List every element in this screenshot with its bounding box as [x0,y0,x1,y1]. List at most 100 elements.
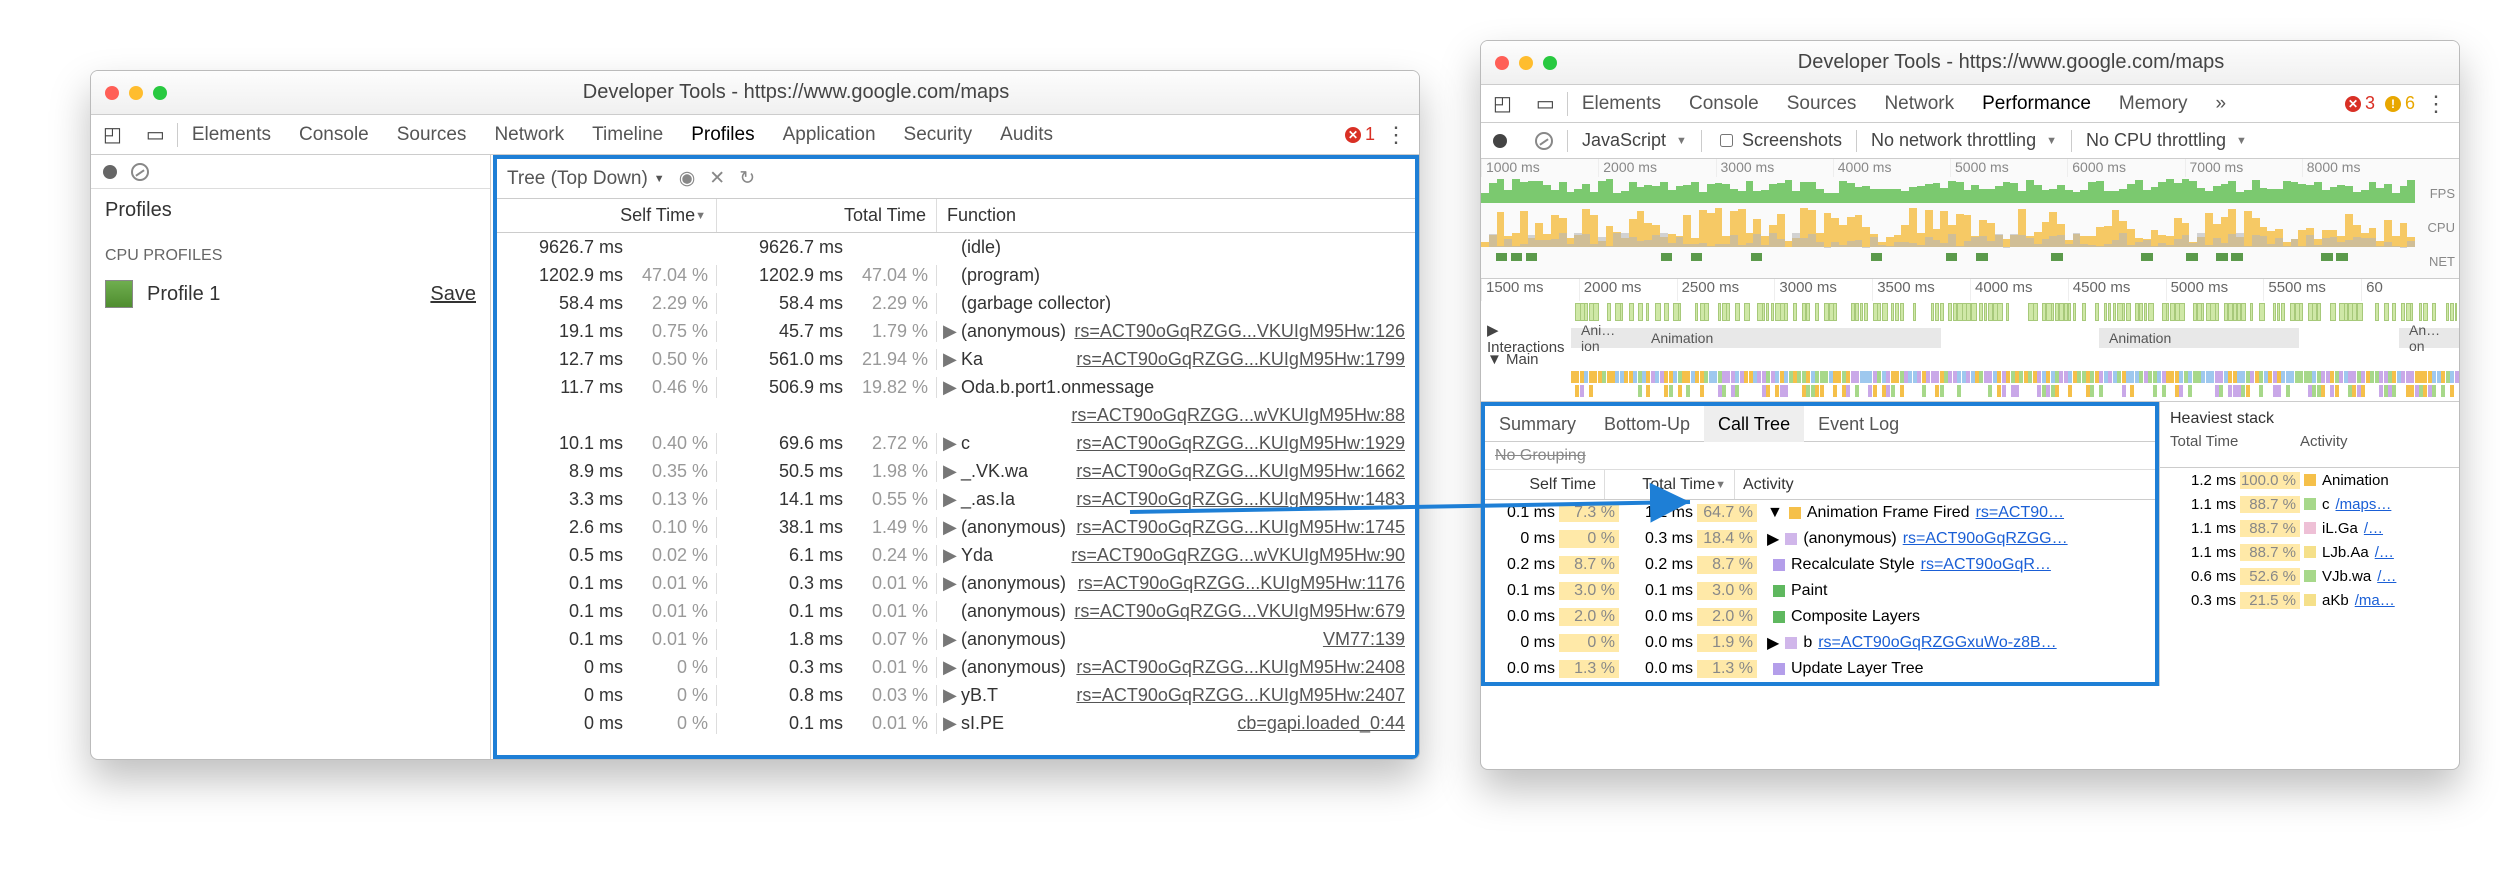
table-row[interactable]: 58.4 ms2.29 %58.4 ms2.29 %(garbage colle… [497,289,1415,317]
tab-performance[interactable]: Performance [1968,84,2105,124]
record-icon[interactable] [1493,134,1507,148]
table-row[interactable]: 1202.9 ms47.04 %1202.9 ms47.04 %(program… [497,261,1415,289]
source-link[interactable]: rs=ACT90oGqRZGG...KUIgM95Hw:1799 [1076,349,1415,370]
subtab-bottomup[interactable]: Bottom-Up [1590,406,1704,442]
tab-sources[interactable]: Sources [1773,84,1871,124]
tab-console[interactable]: Console [285,115,383,155]
source-link[interactable]: rs=ACT90oGqRZGG...KUIgM95Hw:1176 [1078,573,1415,594]
close-icon[interactable] [105,86,119,100]
source-link[interactable]: rs=ACT90oGqRZGG...wVKUIgM95Hw:90 [1071,545,1415,566]
table-row[interactable]: 0 ms0 %0.3 ms0.01 %▶(anonymous)rs=ACT90o… [497,653,1415,681]
eye-icon[interactable]: ◉ [679,167,696,190]
table-row[interactable]: 11.7 ms0.46 %506.9 ms19.82 %▶Oda.b.port1… [497,373,1415,401]
heaviest-row[interactable]: 1.1 ms88.7 %LJb.Aa /… [2160,540,2459,564]
record-icon[interactable] [103,165,117,179]
tab-profiles[interactable]: Profiles [677,115,768,155]
tab-security[interactable]: Security [890,115,987,155]
col-self-time[interactable]: Self Time [497,199,717,232]
source-link[interactable]: VM77:139 [1323,629,1415,650]
table-row[interactable]: 0.1 ms0.01 %0.1 ms0.01 %(anonymous)rs=AC… [497,597,1415,625]
table-row[interactable]: 10.1 ms0.40 %69.6 ms2.72 %▶crs=ACT90oGqR… [497,429,1415,457]
error-badge[interactable]: ✕3 [2345,93,2375,114]
table-row[interactable]: 9626.7 ms9626.7 ms(idle) [497,233,1415,261]
error-badge[interactable]: ✕1 [1345,124,1375,145]
table-row[interactable]: 19.1 ms0.75 %45.7 ms1.79 %▶(anonymous)rs… [497,317,1415,345]
tab-elements[interactable]: Elements [178,115,285,155]
warning-badge[interactable]: !6 [2385,93,2415,114]
tab-console[interactable]: Console [1675,84,1773,124]
interactions-track[interactable]: ▶ Interactions Ani…ion Animation Animati… [1481,325,2459,351]
minimize-icon[interactable] [1519,56,1533,70]
kebab-icon[interactable]: ⋮ [2425,91,2447,117]
table-row[interactable]: 0.1 ms0.01 %0.3 ms0.01 %▶(anonymous)rs=A… [497,569,1415,597]
reload-icon[interactable]: ↻ [739,167,755,190]
calltree-row[interactable]: 0 ms0 %0.3 ms18.4 %▶(anonymous) rs=ACT90… [1485,526,2155,552]
profile-item[interactable]: Profile 1 Save [91,273,490,315]
table-row[interactable]: 3.3 ms0.13 %14.1 ms0.55 %▶_.as.Iars=ACT9… [497,485,1415,513]
tab-application[interactable]: Application [769,115,890,155]
tab-network[interactable]: Network [1870,84,1968,124]
source-link[interactable]: rs=ACT90oGqRZGG...wVKUIgM95Hw:88 [1071,405,1415,426]
clear-icon[interactable] [131,163,149,181]
table-row[interactable]: 0 ms0 %0.1 ms0.01 %▶sI.PEcb=gapi.loaded_… [497,709,1415,737]
calltree-row[interactable]: 0.2 ms8.7 %0.2 ms8.7 %Recalculate Style … [1485,552,2155,578]
device-icon[interactable]: ▭ [1524,91,1567,116]
table-row[interactable]: rs=ACT90oGqRZGG...wVKUIgM95Hw:88 [497,401,1415,429]
calltree-row[interactable]: 0 ms0 %0.0 ms1.9 %▶b rs=ACT90oGqRZGGxuWo… [1485,630,2155,656]
col-total-time[interactable]: Total Time [1605,470,1735,499]
view-select[interactable]: Tree (Top Down) ▼ [507,168,665,190]
source-link[interactable]: rs=ACT90oGqRZGG...VKUIgM95Hw:679 [1074,601,1415,622]
col-self-time[interactable]: Self Time [1485,470,1605,499]
subtab-summary[interactable]: Summary [1485,406,1590,442]
source-link[interactable]: cb=gapi.loaded_0:44 [1237,713,1415,734]
heaviest-row[interactable]: 1.2 ms100.0 %Animation [2160,468,2459,492]
table-row[interactable]: 0 ms0 %0.8 ms0.03 %▶yB.Trs=ACT90oGqRZGG.… [497,681,1415,709]
heaviest-row[interactable]: 1.1 ms88.7 %c /maps… [2160,492,2459,516]
net-throttle-select[interactable]: No network throttling [1871,130,2057,151]
tab-network[interactable]: Network [480,115,578,155]
close-icon[interactable] [1495,56,1509,70]
inspect-icon[interactable]: ◰ [1481,91,1524,116]
close-x-icon[interactable]: ✕ [709,167,725,190]
source-link[interactable]: rs=ACT90oGqRZGG...KUIgM95Hw:2407 [1076,685,1415,706]
source-link[interactable]: rs=ACT90oGqRZGG...KUIgM95Hw:1483 [1076,489,1415,510]
device-icon[interactable]: ▭ [134,122,177,147]
zoom-icon[interactable] [153,86,167,100]
heaviest-row[interactable]: 0.6 ms52.6 %VJb.wa /… [2160,564,2459,588]
zoom-icon[interactable] [1543,56,1557,70]
inspect-icon[interactable]: ◰ [91,122,134,147]
table-row[interactable]: 8.9 ms0.35 %50.5 ms1.98 %▶_.VK.wars=ACT9… [497,457,1415,485]
heaviest-row[interactable]: 0.3 ms21.5 %aKb /ma… [2160,588,2459,612]
source-link[interactable]: rs=ACT90oGqRZGG...KUIgM95Hw:1929 [1076,433,1415,454]
col-function[interactable]: Function [937,199,1415,232]
calltree-row[interactable]: 0.1 ms7.3 %1.2 ms64.7 %▼Animation Frame … [1485,500,2155,526]
grouping-select[interactable]: No Grouping [1485,442,2155,470]
calltree-row[interactable]: 0.0 ms2.0 %0.0 ms2.0 %Composite Layers [1485,604,2155,630]
subtab-calltree[interactable]: Call Tree [1704,406,1804,442]
table-row[interactable]: 0.5 ms0.02 %6.1 ms0.24 %▶Ydars=ACT90oGqR… [497,541,1415,569]
detail-view[interactable]: 1500 ms2000 ms2500 ms3000 ms3500 ms4000 … [1481,279,2459,402]
table-row[interactable]: 2.6 ms0.10 %38.1 ms1.49 %▶(anonymous)rs=… [497,513,1415,541]
calltree-row[interactable]: 0.0 ms1.3 %0.0 ms1.3 %Update Layer Tree [1485,656,2155,682]
kebab-icon[interactable]: ⋮ [1385,122,1407,148]
filter-select[interactable]: JavaScript [1582,130,1687,151]
source-link[interactable]: rs=ACT90oGqRZGG...KUIgM95Hw:2408 [1076,657,1415,678]
source-link[interactable]: rs=ACT90oGqRZGG...KUIgM95Hw:1745 [1076,517,1415,538]
cpu-throttle-select[interactable]: No CPU throttling [2086,130,2247,151]
col-activity[interactable]: Activity [1735,470,2155,499]
tab-memory[interactable]: Memory [2105,84,2202,124]
source-link[interactable]: rs=ACT90oGqRZGG...KUIgM95Hw:1662 [1076,461,1415,482]
tab-timeline[interactable]: Timeline [578,115,677,155]
tab-audits[interactable]: Audits [986,115,1067,155]
heaviest-row[interactable]: 1.1 ms88.7 %iL.Ga /… [2160,516,2459,540]
titlebar[interactable]: Developer Tools - https://www.google.com… [1481,41,2459,85]
tab-sources[interactable]: Sources [383,115,481,155]
calltree-row[interactable]: 0.1 ms3.0 %0.1 ms3.0 %Paint [1485,578,2155,604]
save-link[interactable]: Save [430,283,476,306]
tabs-overflow[interactable]: » [2202,84,2241,124]
tab-elements[interactable]: Elements [1568,84,1675,124]
table-row[interactable]: 0.1 ms0.01 %1.8 ms0.07 %▶(anonymous)VM77… [497,625,1415,653]
titlebar[interactable]: Developer Tools - https://www.google.com… [91,71,1419,115]
minimize-icon[interactable] [129,86,143,100]
col-total-time[interactable]: Total Time [717,199,937,232]
